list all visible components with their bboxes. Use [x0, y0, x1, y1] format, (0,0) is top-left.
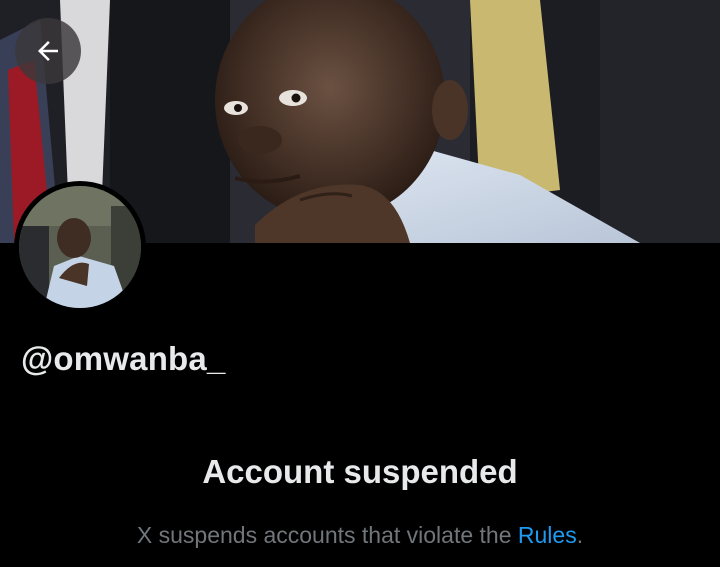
suspension-description-text: X suspends accounts that violate the: [136, 522, 518, 548]
arrow-left-icon: [38, 41, 58, 61]
profile-handle: @omwanba_: [21, 340, 226, 377]
suspension-description: X suspends accounts that violate the Rul…: [0, 520, 720, 550]
avatar[interactable]: [14, 181, 146, 313]
suspension-title: Account suspended: [202, 453, 518, 490]
avatar-photo: [19, 186, 141, 308]
back-button[interactable]: [15, 18, 81, 84]
rules-link[interactable]: Rules: [518, 522, 577, 548]
suspension-description-end: .: [576, 522, 584, 548]
suspension-notice: Account suspended X suspends accounts th…: [0, 448, 720, 550]
